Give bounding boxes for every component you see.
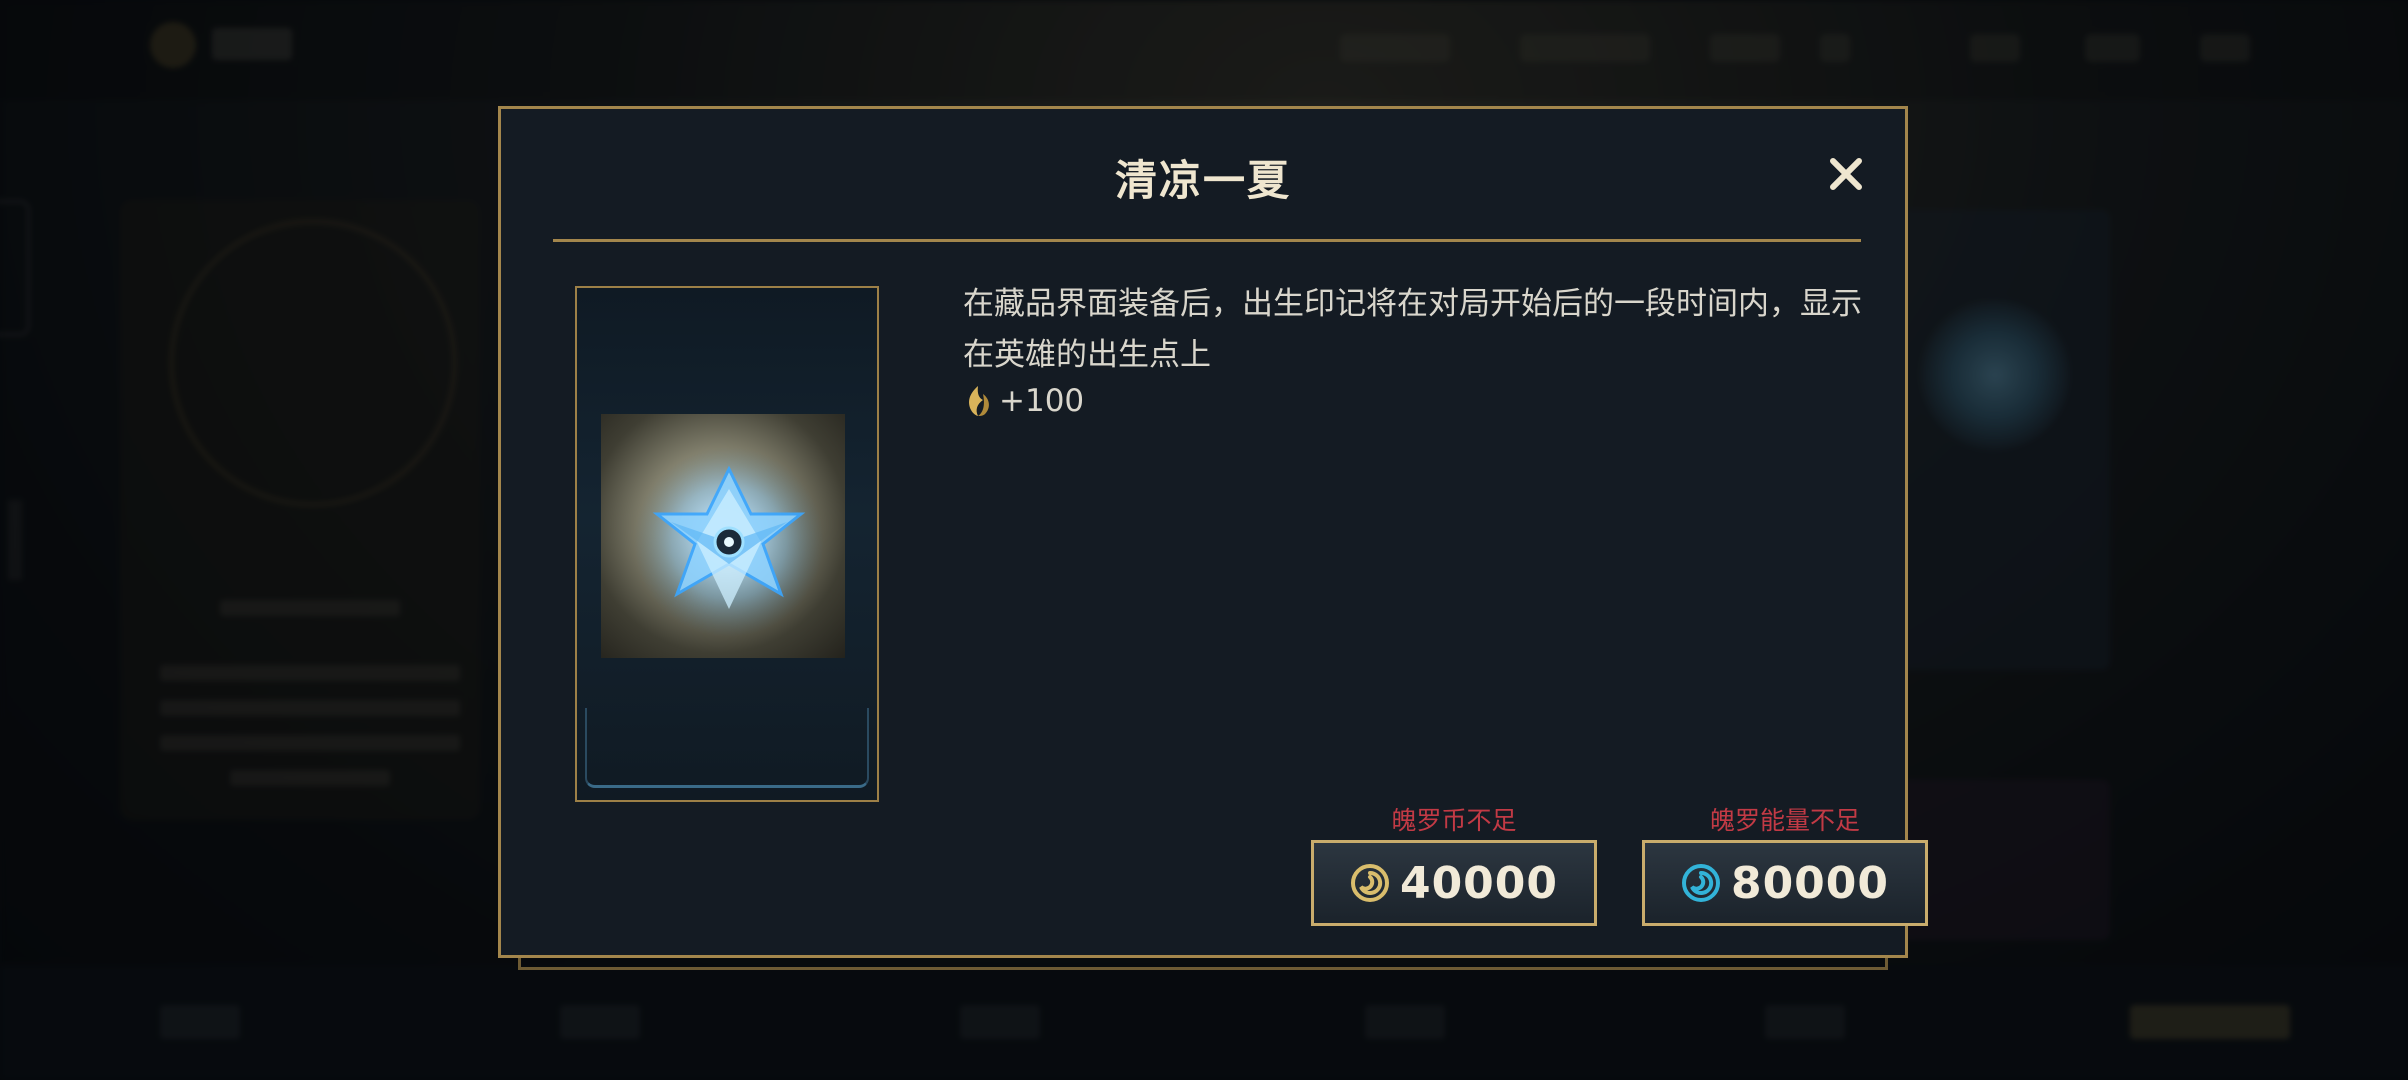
snowflake-emblem-icon bbox=[634, 447, 824, 637]
item-preview-image bbox=[601, 414, 845, 658]
bonus-reward: +100 bbox=[963, 381, 1084, 421]
item-description: 在藏品界面装备后，出生印记将在对局开始后的一段时间内，显示在英雄的出生点上 bbox=[963, 286, 1862, 373]
buy-with-coins-button[interactable]: 40000 bbox=[1311, 840, 1597, 926]
close-button[interactable] bbox=[1823, 151, 1869, 197]
gold-swirl-coin-icon bbox=[1350, 864, 1389, 902]
dialog-bottom-trim bbox=[518, 958, 1888, 970]
blue-essence-icon bbox=[969, 386, 989, 416]
item-preview-card bbox=[575, 286, 879, 802]
insufficient-energy-warning: 魄罗能量不足 bbox=[1709, 806, 1860, 835]
close-icon bbox=[1830, 158, 1862, 190]
bonus-value: +100 bbox=[999, 383, 1085, 419]
item-detail-dialog: 清凉一夏 在藏品界面装备后，出生印记将在对局开始后的一段时间内，显示在英雄的出生… bbox=[498, 106, 1928, 958]
coin-price: 40000 bbox=[1399, 857, 1559, 909]
insufficient-coins-warning: 魄罗币不足 bbox=[1391, 806, 1517, 835]
energy-price: 80000 bbox=[1730, 857, 1890, 909]
preview-frame-edge bbox=[585, 708, 869, 788]
dialog-title: 清凉一夏 bbox=[1114, 156, 1291, 205]
blue-swirl-energy-icon bbox=[1681, 864, 1720, 902]
title-divider bbox=[553, 239, 1861, 242]
buy-with-energy-button[interactable]: 80000 bbox=[1642, 840, 1928, 926]
